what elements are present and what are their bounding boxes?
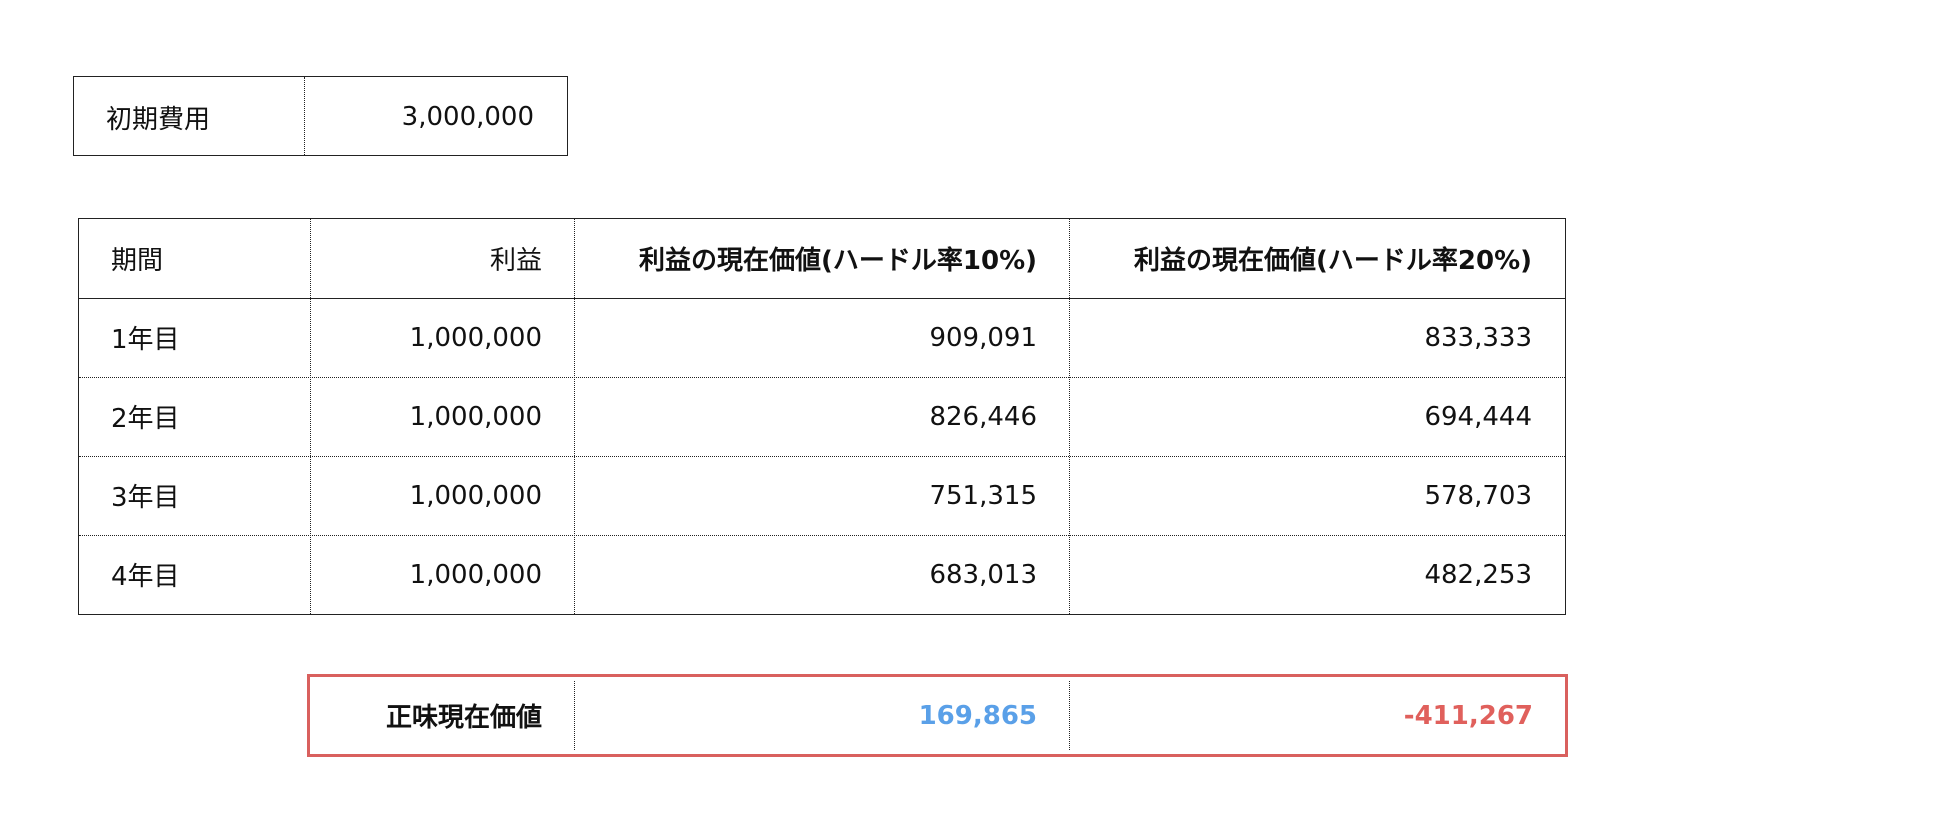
cell-pv-20: 578,703 [1424, 480, 1532, 511]
cell-profit: 1,000,000 [409, 559, 542, 590]
cell-profit: 1,000,000 [409, 480, 542, 511]
cell-pv-10: 751,315 [929, 480, 1037, 511]
cell-period: 1年目 [111, 325, 180, 355]
present-value-table: 期間 利益 利益の現在価値(ハードル率10%) 利益の現在価値(ハードル率20%… [78, 218, 1566, 615]
cell-pv-10: 683,013 [929, 559, 1037, 590]
cell-pv-10: 909,091 [929, 322, 1037, 353]
header-pv-10: 利益の現在価値(ハードル率10%) [639, 246, 1037, 276]
cell-period: 4年目 [111, 562, 180, 592]
initial-cost-value: 3,000,000 [401, 102, 534, 132]
net-present-value-box: 正味現在価値 169,865 -411,267 [307, 674, 1568, 757]
header-profit: 利益 [489, 246, 542, 276]
initial-cost-label: 初期費用 [106, 104, 211, 135]
cell-pv-20: 694,444 [1424, 401, 1532, 432]
cell-pv-20: 482,253 [1424, 559, 1532, 590]
cell-pv-20: 833,333 [1424, 322, 1532, 353]
cell-profit: 1,000,000 [409, 322, 542, 353]
npv-10-value: 169,865 [918, 700, 1037, 731]
header-period: 期間 [111, 246, 164, 276]
npv-label: 正味現在価値 [385, 703, 542, 733]
cell-profit: 1,000,000 [409, 401, 542, 432]
cell-period: 3年目 [111, 483, 180, 513]
header-pv-20: 利益の現在価値(ハードル率20%) [1134, 246, 1532, 276]
npv-20-value: -411,267 [1403, 700, 1533, 731]
initial-cost-box: 初期費用 3,000,000 [73, 76, 568, 156]
cell-period: 2年目 [111, 404, 180, 434]
cell-pv-10: 826,446 [929, 401, 1037, 432]
